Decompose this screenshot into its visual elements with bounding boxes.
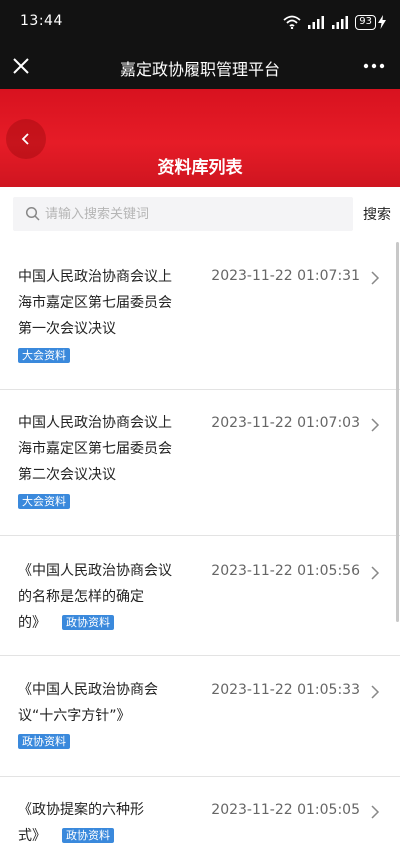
back-icon: [21, 133, 29, 145]
chevron-right-icon: [371, 271, 380, 285]
chevron-right-icon: [371, 566, 380, 580]
scrollbar[interactable]: [396, 242, 399, 622]
list-item[interactable]: 中国人民政治协商会议上 海市嘉定区第七届委员会 第一次会议决议 大会资料 202…: [0, 242, 400, 390]
status-time: 13:44: [20, 13, 63, 29]
battery-level: 93: [355, 14, 376, 30]
status-icons: 93: [283, 13, 386, 31]
more-icon[interactable]: [362, 55, 386, 77]
material-list: 中国人民政治协商会议上 海市嘉定区第七届委员会 第一次会议决议 大会资料 202…: [0, 242, 400, 864]
list-item[interactable]: 《政协提案的六种形 式》 政协资料 2023-11-22 01:05:05: [0, 777, 400, 864]
status-bar: 13:44 93: [0, 0, 400, 44]
category-tag: 政协资料: [62, 614, 114, 630]
item-title: 中国人民政治协商会议上 海市嘉定区第七届委员会 第一次会议决议: [18, 269, 172, 337]
search-input[interactable]: [45, 197, 345, 231]
item-title: 《政协提案的六种形 式》 政协资料: [18, 802, 144, 844]
category-tag: 政协资料: [62, 827, 114, 843]
item-date: 2023-11-22 01:07:03: [211, 415, 360, 431]
category-tag: 政协资料: [18, 734, 70, 749]
category-tag: 大会资料: [18, 348, 70, 363]
item-date: 2023-11-22 01:07:31: [211, 268, 360, 284]
page-title: 资料库列表: [157, 158, 243, 178]
search-box: [13, 197, 353, 231]
list-item[interactable]: 《中国人民政治协商会议 的名称是怎样的确定 的》 政协资料 2023-11-22 …: [0, 536, 400, 656]
charging-icon: [378, 15, 386, 29]
item-date: 2023-11-22 01:05:05: [211, 802, 360, 818]
list-item[interactable]: 中国人民政治协商会议上 海市嘉定区第七届委员会 第二次会议决议 大会资料 202…: [0, 390, 400, 536]
item-title: 《中国人民政治协商会议 的名称是怎样的确定 的》 政协资料: [18, 563, 172, 631]
app-title: 嘉定政协履职管理平台: [119, 60, 280, 79]
category-tag: 大会资料: [18, 494, 70, 509]
item-title: 《中国人民政治协商会 议“十六字方针”》: [18, 682, 158, 724]
search-icon: [25, 206, 40, 221]
chevron-right-icon: [371, 418, 380, 432]
signal-icon: [332, 16, 349, 29]
item-title: 中国人民政治协商会议上 海市嘉定区第七届委员会 第二次会议决议: [18, 415, 172, 483]
page-banner: 资料库列表: [0, 89, 400, 187]
search-row: 搜索: [0, 187, 400, 242]
app-bar: 嘉定政协履职管理平台: [0, 44, 400, 89]
chevron-right-icon: [371, 685, 380, 699]
battery-icon: 93: [355, 14, 386, 30]
wifi-icon: [283, 15, 301, 29]
list-item[interactable]: 《中国人民政治协商会 议“十六字方针”》 政协资料 2023-11-22 01:…: [0, 656, 400, 777]
signal-icon: [308, 16, 325, 29]
item-date: 2023-11-22 01:05:56: [211, 563, 360, 579]
item-date: 2023-11-22 01:05:33: [211, 682, 360, 698]
chevron-right-icon: [371, 805, 380, 819]
search-button[interactable]: 搜索: [363, 204, 391, 224]
